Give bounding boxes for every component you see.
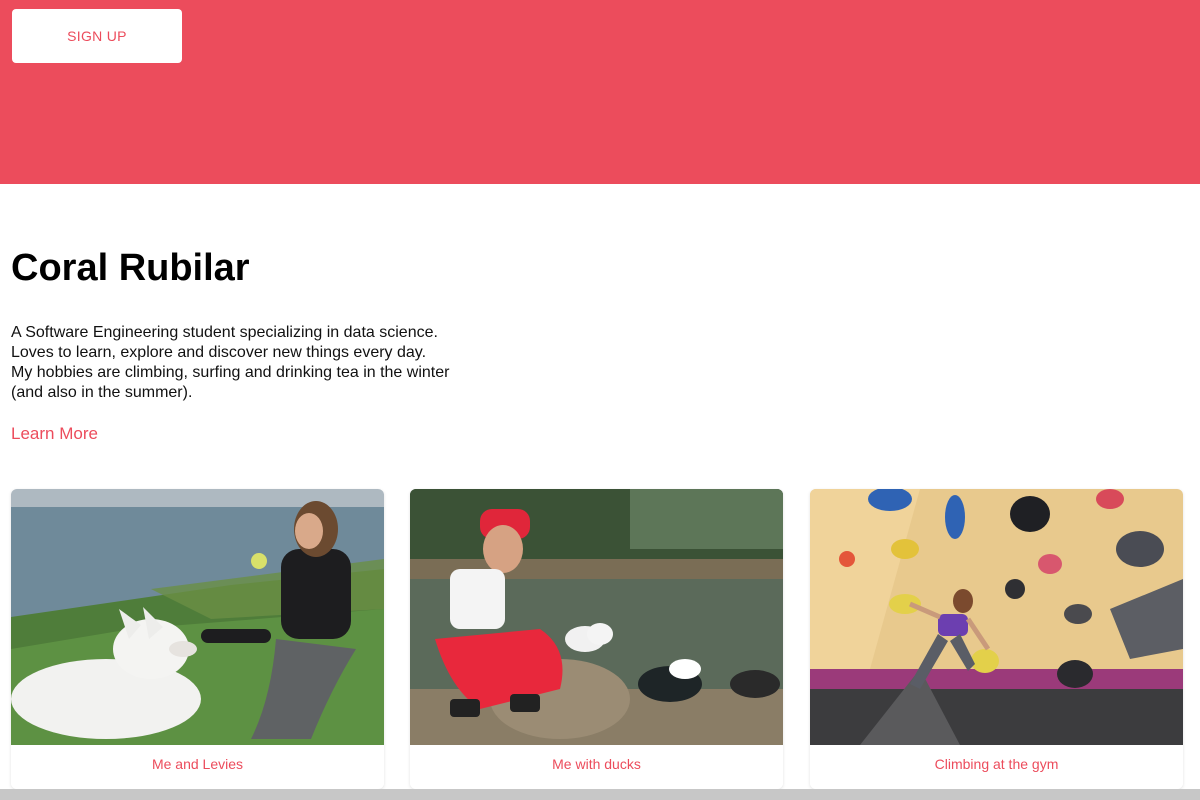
page: SIGN UP Coral Rubilar A Software Enginee… — [0, 0, 1200, 800]
sign-up-button[interactable]: SIGN UP — [12, 9, 182, 63]
card-caption: Me and Levies — [11, 745, 384, 789]
photo-card-levies[interactable]: Me and Levies — [11, 489, 384, 789]
photo-climbing-image — [810, 489, 1183, 745]
profile-name: Coral Rubilar — [11, 247, 250, 289]
bio-line: My hobbies are climbing, surfing and dri… — [11, 364, 450, 381]
card-caption: Climbing at the gym — [810, 745, 1183, 789]
profile-bio: A Software Engineering student specializ… — [11, 323, 531, 403]
bio-line: (and also in the summer). — [11, 384, 193, 401]
learn-more-link[interactable]: Learn More — [11, 424, 98, 444]
bio-line: A Software Engineering student specializ… — [11, 324, 438, 341]
horizontal-scrollbar[interactable] — [0, 789, 1200, 800]
card-caption: Me with ducks — [410, 745, 783, 789]
photo-dog-sea-image — [11, 489, 384, 745]
photo-card-climbing[interactable]: Climbing at the gym — [810, 489, 1183, 789]
bio-line: Loves to learn, explore and discover new… — [11, 344, 427, 361]
photo-ducks-image — [410, 489, 783, 745]
hero-banner: SIGN UP — [0, 0, 1200, 184]
photo-card-ducks[interactable]: Me with ducks — [410, 489, 783, 789]
